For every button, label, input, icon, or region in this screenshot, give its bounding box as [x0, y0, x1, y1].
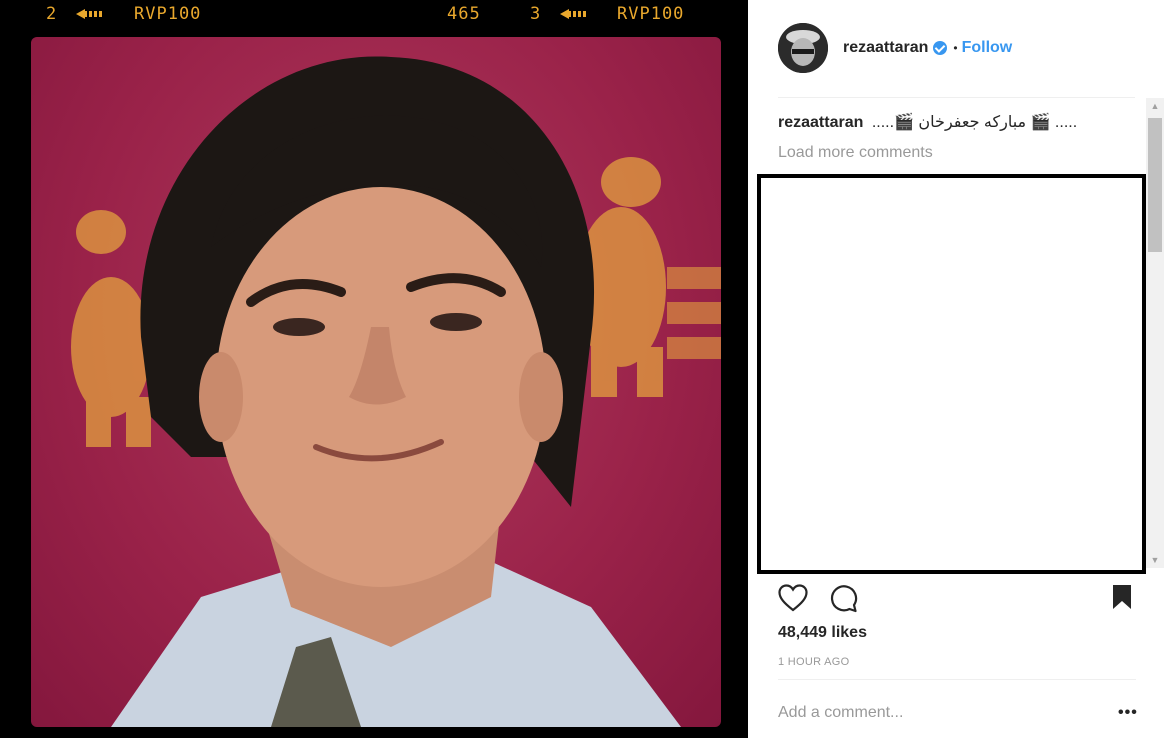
post-header: rezaattaran • Follow: [778, 22, 1158, 74]
heart-icon[interactable]: [778, 584, 808, 612]
post-timestamp[interactable]: 1 HOUR AGO: [778, 656, 849, 668]
post-username[interactable]: rezaattaran: [843, 39, 928, 57]
comment-divider: [778, 679, 1136, 680]
scroll-thumb[interactable]: [1148, 118, 1162, 252]
header-divider: [778, 97, 1135, 98]
comments-scrollbar[interactable]: ▲ ▼: [1146, 98, 1164, 568]
post-photo[interactable]: [31, 37, 721, 727]
post-details-panel: rezaattaran • Follow rezaattaran .....🎬 …: [748, 0, 1166, 738]
film-bar-right-icon: [568, 11, 586, 17]
film-frame-number-right: 3: [530, 4, 542, 24]
caption-text: .....🎬 مبارکه جعفرخان 🎬 .....: [871, 114, 1078, 131]
action-bar: [778, 582, 1134, 614]
scroll-down-icon[interactable]: ▼: [1146, 552, 1164, 568]
avatar-image: [778, 23, 828, 73]
load-more-comments-button[interactable]: Load more comments: [778, 144, 1140, 162]
comment-icon[interactable]: [828, 583, 858, 613]
follow-button[interactable]: Follow: [962, 39, 1013, 57]
caption-username[interactable]: rezaattaran: [778, 114, 863, 131]
comments-section: rezaattaran .....🎬 مبارکه جعفرخان 🎬 ....…: [778, 112, 1140, 162]
scroll-up-icon[interactable]: ▲: [1146, 98, 1164, 114]
film-stock-left: RVP100: [134, 4, 202, 24]
likes-count[interactable]: 48,449 likes: [778, 624, 867, 642]
more-options-icon[interactable]: •••: [1118, 704, 1138, 722]
empty-comments-area: [757, 174, 1146, 574]
caption: rezaattaran .....🎬 مبارکه جعفرخان 🎬 ....…: [778, 112, 1140, 132]
portrait-illustration: [71, 56, 721, 727]
film-frame-number-left: 2: [46, 4, 58, 24]
header-separator: •: [953, 41, 958, 55]
film-counter: 465: [447, 4, 481, 24]
festival-logo-left: [71, 210, 151, 447]
add-comment-input[interactable]: Add a comment...: [778, 704, 903, 722]
avatar[interactable]: [778, 23, 828, 73]
film-stock-right: RVP100: [617, 4, 685, 24]
bookmark-icon[interactable]: [1111, 584, 1133, 610]
festival-logo-right: [576, 157, 721, 397]
film-bar-left-icon: [84, 11, 102, 17]
verified-badge-icon: [933, 41, 948, 55]
post-photo-panel[interactable]: 2 RVP100 465 3 RVP100: [0, 0, 748, 738]
